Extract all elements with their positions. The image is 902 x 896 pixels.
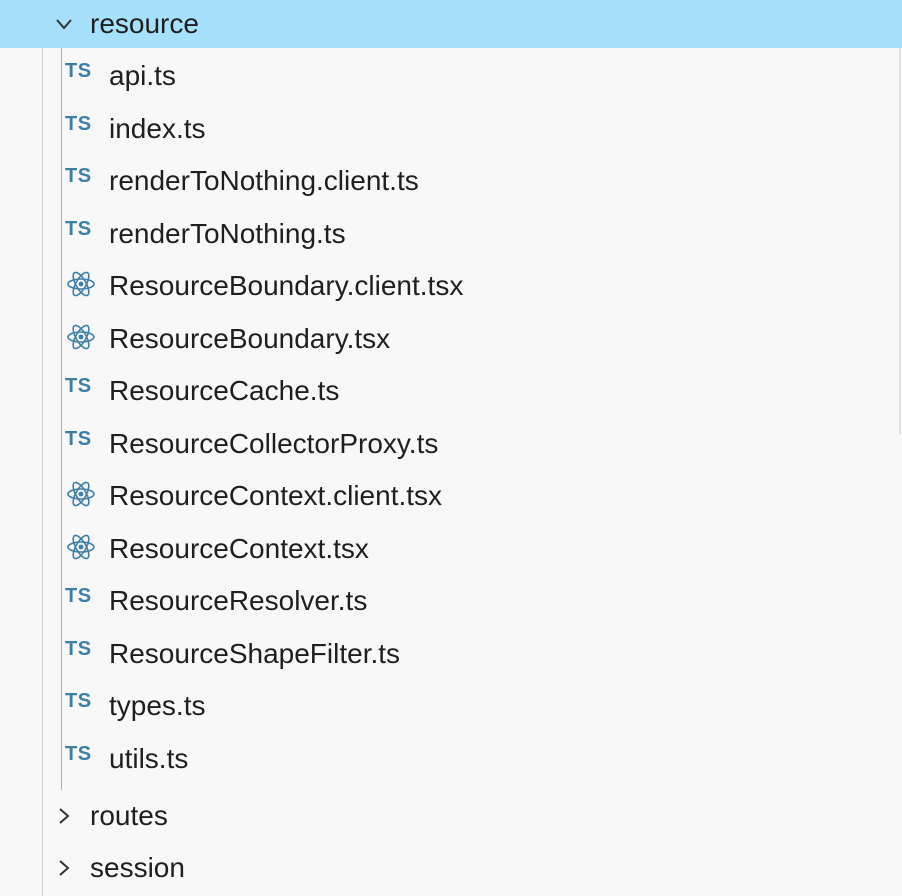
file-row[interactable]: ResourceContext.client.tsx	[0, 470, 902, 522]
typescript-file-icon: TS	[65, 689, 92, 712]
react-file-icon	[65, 321, 97, 353]
folder-label: routes	[90, 800, 168, 831]
file-row[interactable]: ResourceBoundary.tsx	[0, 313, 902, 365]
typescript-file-icon: TS	[65, 427, 92, 450]
chevron-down-icon	[56, 19, 72, 30]
file-row[interactable]: ResourceContext.tsx	[0, 523, 902, 575]
file-row[interactable]: TS types.ts	[0, 680, 902, 732]
file-label: ResourceCollectorProxy.ts	[109, 428, 439, 459]
react-file-icon	[65, 531, 97, 563]
typescript-file-icon: TS	[65, 374, 92, 397]
typescript-file-icon: TS	[65, 164, 92, 187]
file-label: ResourceBoundary.client.tsx	[109, 270, 464, 301]
file-row[interactable]: TS renderToNothing.client.ts	[0, 155, 902, 207]
chevron-right-icon	[59, 860, 70, 876]
file-label: ResourceContext.tsx	[109, 533, 369, 564]
file-row[interactable]: TS api.ts	[0, 50, 902, 102]
react-file-icon	[65, 478, 97, 510]
file-label: api.ts	[109, 60, 176, 91]
chevron-right-icon	[59, 808, 70, 824]
folder-label: resource	[90, 8, 199, 39]
file-row[interactable]: TS ResourceCache.ts	[0, 365, 902, 417]
file-row[interactable]: TS ResourceResolver.ts	[0, 575, 902, 627]
folder-row-routes[interactable]: routes	[0, 790, 902, 842]
typescript-file-icon: TS	[65, 59, 92, 82]
file-label: renderToNothing.ts	[109, 218, 346, 249]
file-row[interactable]: TS ResourceShapeFilter.ts	[0, 628, 902, 680]
file-label: ResourceContext.client.tsx	[109, 480, 443, 511]
file-row[interactable]: ResourceBoundary.client.tsx	[0, 260, 902, 312]
file-row[interactable]: TS index.ts	[0, 103, 902, 155]
file-row[interactable]: TS utils.ts	[0, 733, 902, 785]
react-file-icon	[65, 268, 97, 300]
folder-row-resource[interactable]: resource	[0, 0, 902, 48]
folder-row-session[interactable]: session	[0, 842, 902, 894]
file-label: ResourceResolver.ts	[109, 585, 368, 616]
file-explorer: resource TS api.ts TS index.ts TS renderToNot…	[0, 0, 902, 896]
typescript-file-icon: TS	[65, 217, 92, 240]
file-label: ResourceBoundary.tsx	[109, 323, 391, 354]
file-label: utils.ts	[109, 743, 189, 774]
file-row[interactable]: TS ResourceCollectorProxy.ts	[0, 418, 902, 470]
typescript-file-icon: TS	[65, 584, 92, 607]
typescript-file-icon: TS	[65, 742, 92, 765]
file-row[interactable]: TS renderToNothing.ts	[0, 208, 902, 260]
typescript-file-icon: TS	[65, 112, 92, 135]
file-label: ResourceCache.ts	[109, 375, 340, 406]
file-label: types.ts	[109, 690, 206, 721]
typescript-file-icon: TS	[65, 637, 92, 660]
folder-label: session	[90, 852, 185, 883]
file-label: ResourceShapeFilter.ts	[109, 638, 401, 669]
file-label: renderToNothing.client.ts	[109, 165, 419, 196]
file-label: index.ts	[109, 113, 206, 144]
